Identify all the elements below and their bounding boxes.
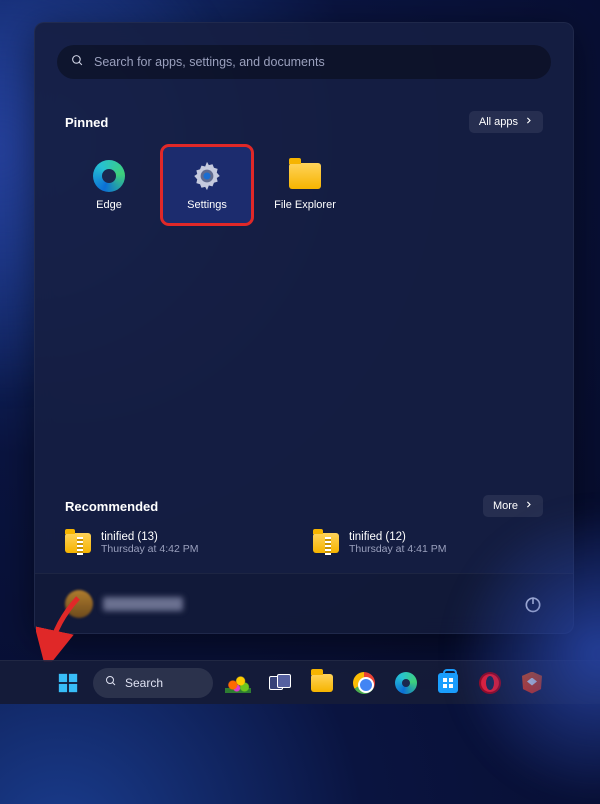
taskbar: Search [0,660,600,704]
taskbar-edge[interactable] [389,666,423,700]
all-apps-button[interactable]: All apps [469,111,543,133]
brave-icon [522,672,542,694]
start-menu-panel: Search for apps, settings, and documents… [34,22,574,634]
taskbar-file-explorer[interactable] [305,666,339,700]
taskbar-opera[interactable] [473,666,507,700]
pinned-app-file-explorer[interactable]: File Explorer [261,147,349,223]
store-icon [438,673,458,693]
opera-icon [479,672,501,694]
folder-icon [311,674,333,692]
pinned-app-settings[interactable]: Settings [163,147,251,223]
search-icon [71,54,84,70]
pinned-section: Pinned All apps Edge Settings Fi [35,79,573,223]
taskbar-widgets[interactable] [221,666,255,700]
username [103,597,183,611]
widgets-icon [225,673,251,693]
search-icon [105,675,117,690]
taskview-icon [269,674,291,692]
recommended-title: Recommended [65,499,158,514]
taskbar-search[interactable]: Search [93,668,213,698]
folder-icon [288,159,322,193]
pinned-grid: Edge Settings File Explorer [65,147,543,223]
taskbar-chrome[interactable] [347,666,381,700]
avatar [65,590,93,618]
recommended-item[interactable]: tinified (13) Thursday at 4:42 PM [65,531,295,555]
taskbar-taskview[interactable] [263,666,297,700]
search-placeholder: Search for apps, settings, and documents [94,55,325,69]
chevron-right-icon [524,116,533,128]
edge-icon [395,672,417,694]
pinned-app-edge[interactable]: Edge [65,147,153,223]
power-button[interactable] [523,594,543,614]
start-footer [35,573,573,633]
taskbar-brave[interactable] [515,666,549,700]
more-button[interactable]: More [483,495,543,517]
chevron-right-icon [524,500,533,512]
pinned-title: Pinned [65,115,108,130]
chrome-icon [353,672,375,694]
user-account-button[interactable] [65,590,183,618]
start-button[interactable] [51,666,85,700]
recommended-item[interactable]: tinified (12) Thursday at 4:41 PM [313,531,543,555]
edge-icon [92,159,126,193]
recommended-section: Recommended More tinified (13) Thursday … [35,463,573,555]
start-search-bar[interactable]: Search for apps, settings, and documents [57,45,551,79]
zip-folder-icon [65,533,91,553]
windows-icon [57,672,79,694]
zip-folder-icon [313,533,339,553]
taskbar-store[interactable] [431,666,465,700]
gear-icon [190,159,224,193]
